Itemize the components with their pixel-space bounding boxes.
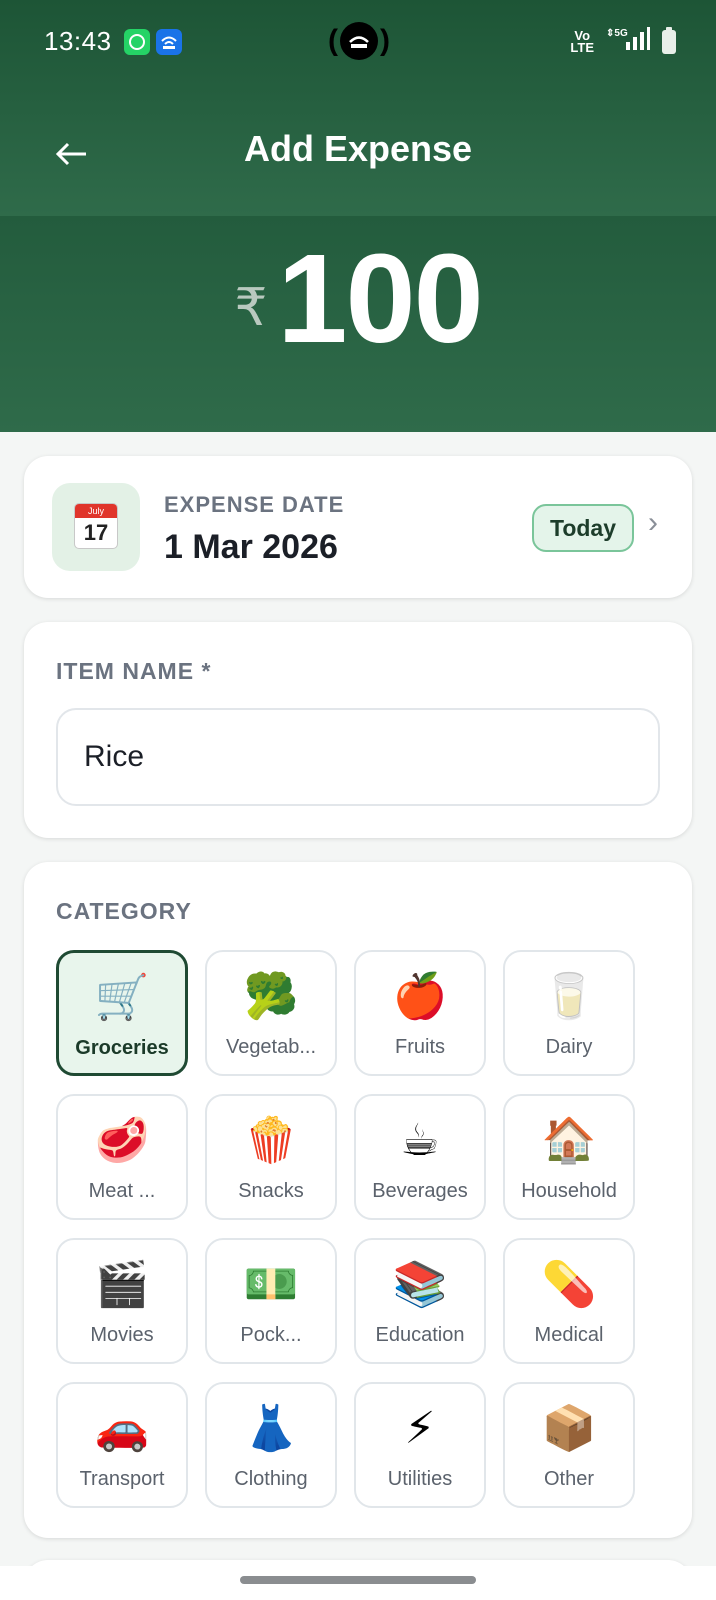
item-name-card: ITEM NAME * Rice [24,622,692,838]
category-tile-label: Household [521,1180,617,1202]
package-icon: 📦 [541,1403,597,1454]
broccoli-icon: 🥦 [243,971,299,1022]
home-indicator[interactable] [240,1576,476,1584]
calendar-icon-box: July 17 [52,483,140,571]
item-name-label: ITEM NAME * [56,658,212,684]
category-tile-label: Education [375,1324,465,1346]
paren-left: ( [328,24,338,57]
lightning-icon: ⚡ [404,1403,436,1454]
category-tile-clothing[interactable]: 👗 Clothing [205,1382,337,1508]
category-tile-label: Medical [534,1324,604,1346]
item-name-input[interactable]: Rice [56,708,660,806]
amount-display[interactable]: ₹100 [0,226,716,371]
clapperboard-icon: 🎬 [94,1259,150,1310]
category-tile-label: Pock... [240,1324,302,1346]
category-tile-transport[interactable]: 🚗 Transport [56,1382,188,1508]
category-tile-label: Clothing [234,1468,308,1490]
calendar-icon: July 17 [74,503,118,549]
category-tile-beverages[interactable]: ☕ Beverages [354,1094,486,1220]
category-tile-movies[interactable]: 🎬 Movies [56,1238,188,1364]
expense-date-value: 1 Mar 2026 [164,528,338,566]
status-time: 13:43 [44,26,112,56]
category-tile-other[interactable]: 📦 Other [503,1382,635,1508]
category-tile-label: Dairy [545,1036,593,1058]
category-tile-snacks[interactable]: 🍿 Snacks [205,1094,337,1220]
dress-icon: 👗 [243,1403,299,1454]
camera-dot [340,22,378,60]
category-tile-label: Utilities [387,1468,453,1490]
house-icon: 🏠 [541,1115,597,1166]
expense-date-label: EXPENSE DATE [164,492,345,517]
paren-right: ) [380,24,390,57]
category-tile-groceries[interactable]: 🛒 Groceries [56,950,188,1076]
books-icon: 📚 [392,1259,448,1310]
category-tile-label: Snacks [238,1180,304,1202]
calendar-day: 17 [83,520,109,545]
signal-icon: ⇕5G [606,26,650,57]
category-tile-vegetab[interactable]: 🥦 Vegetab... [205,950,337,1076]
category-tile-label: Fruits [395,1036,445,1058]
category-tile-fruits[interactable]: 🍎 Fruits [354,950,486,1076]
category-tile-label: Transport [79,1468,165,1490]
category-tile-household[interactable]: 🏠 Household [503,1094,635,1220]
coffee-icon: ☕ [400,1115,440,1166]
category-tile-label: Other [543,1468,595,1490]
category-tile-utilities[interactable]: ⚡ Utilities [354,1382,486,1508]
category-tile-education[interactable]: 📚 Education [354,1238,486,1364]
category-tile-label: Groceries [75,1037,169,1059]
hotspot-icon [156,29,182,55]
category-tile-medical[interactable]: 💊 Medical [503,1238,635,1364]
category-tile-label: Beverages [372,1180,468,1202]
camera-cutout-icon: ( ) [328,18,390,64]
car-icon: 🚗 [94,1403,150,1454]
shopping-cart-icon: 🛒 [94,972,150,1023]
banknote-icon: 💵 [243,1259,299,1310]
volte-icon: Vo LTE [570,27,594,55]
today-badge[interactable]: Today [532,504,634,552]
category-card: CATEGORY 🛒 Groceries 🥦 Vegetab... 🍎 Fruits 🥛 Da… [24,862,692,1538]
category-tile-label: Vegetab... [225,1036,317,1058]
expense-date-card[interactable]: July 17 EXPENSE DATE 1 Mar 2026 Today › [24,456,692,598]
category-tile-label: Meat ... [88,1180,156,1202]
category-label: CATEGORY [56,898,192,924]
chevron-right-icon: › [648,506,658,539]
amount-value: 100 [277,228,483,369]
page-title: Add Expense [243,128,473,169]
popcorn-icon: 🍿 [243,1115,299,1166]
apple-icon: 🍎 [392,971,448,1022]
category-tile-pock[interactable]: 💵 Pock... [205,1238,337,1364]
svg-text:⇕5G: ⇕5G [606,28,628,39]
whatsapp-icon [124,29,150,55]
milk-glass-icon: 🥛 [541,971,597,1022]
category-tile-label: Movies [90,1324,154,1346]
meat-icon: 🥩 [94,1115,150,1166]
currency-symbol: ₹ [234,279,268,337]
battery-icon [662,26,676,54]
status-right: Vo LTE ⇕5G [570,26,676,57]
calendar-month: July [75,504,117,518]
category-tile-meat[interactable]: 🥩 Meat ... [56,1094,188,1220]
category-tile-dairy[interactable]: 🥛 Dairy [503,950,635,1076]
status-bar: 13:43 ( ) Vo LTE ⇕5G [0,0,716,84]
pill-icon: 💊 [541,1259,597,1310]
